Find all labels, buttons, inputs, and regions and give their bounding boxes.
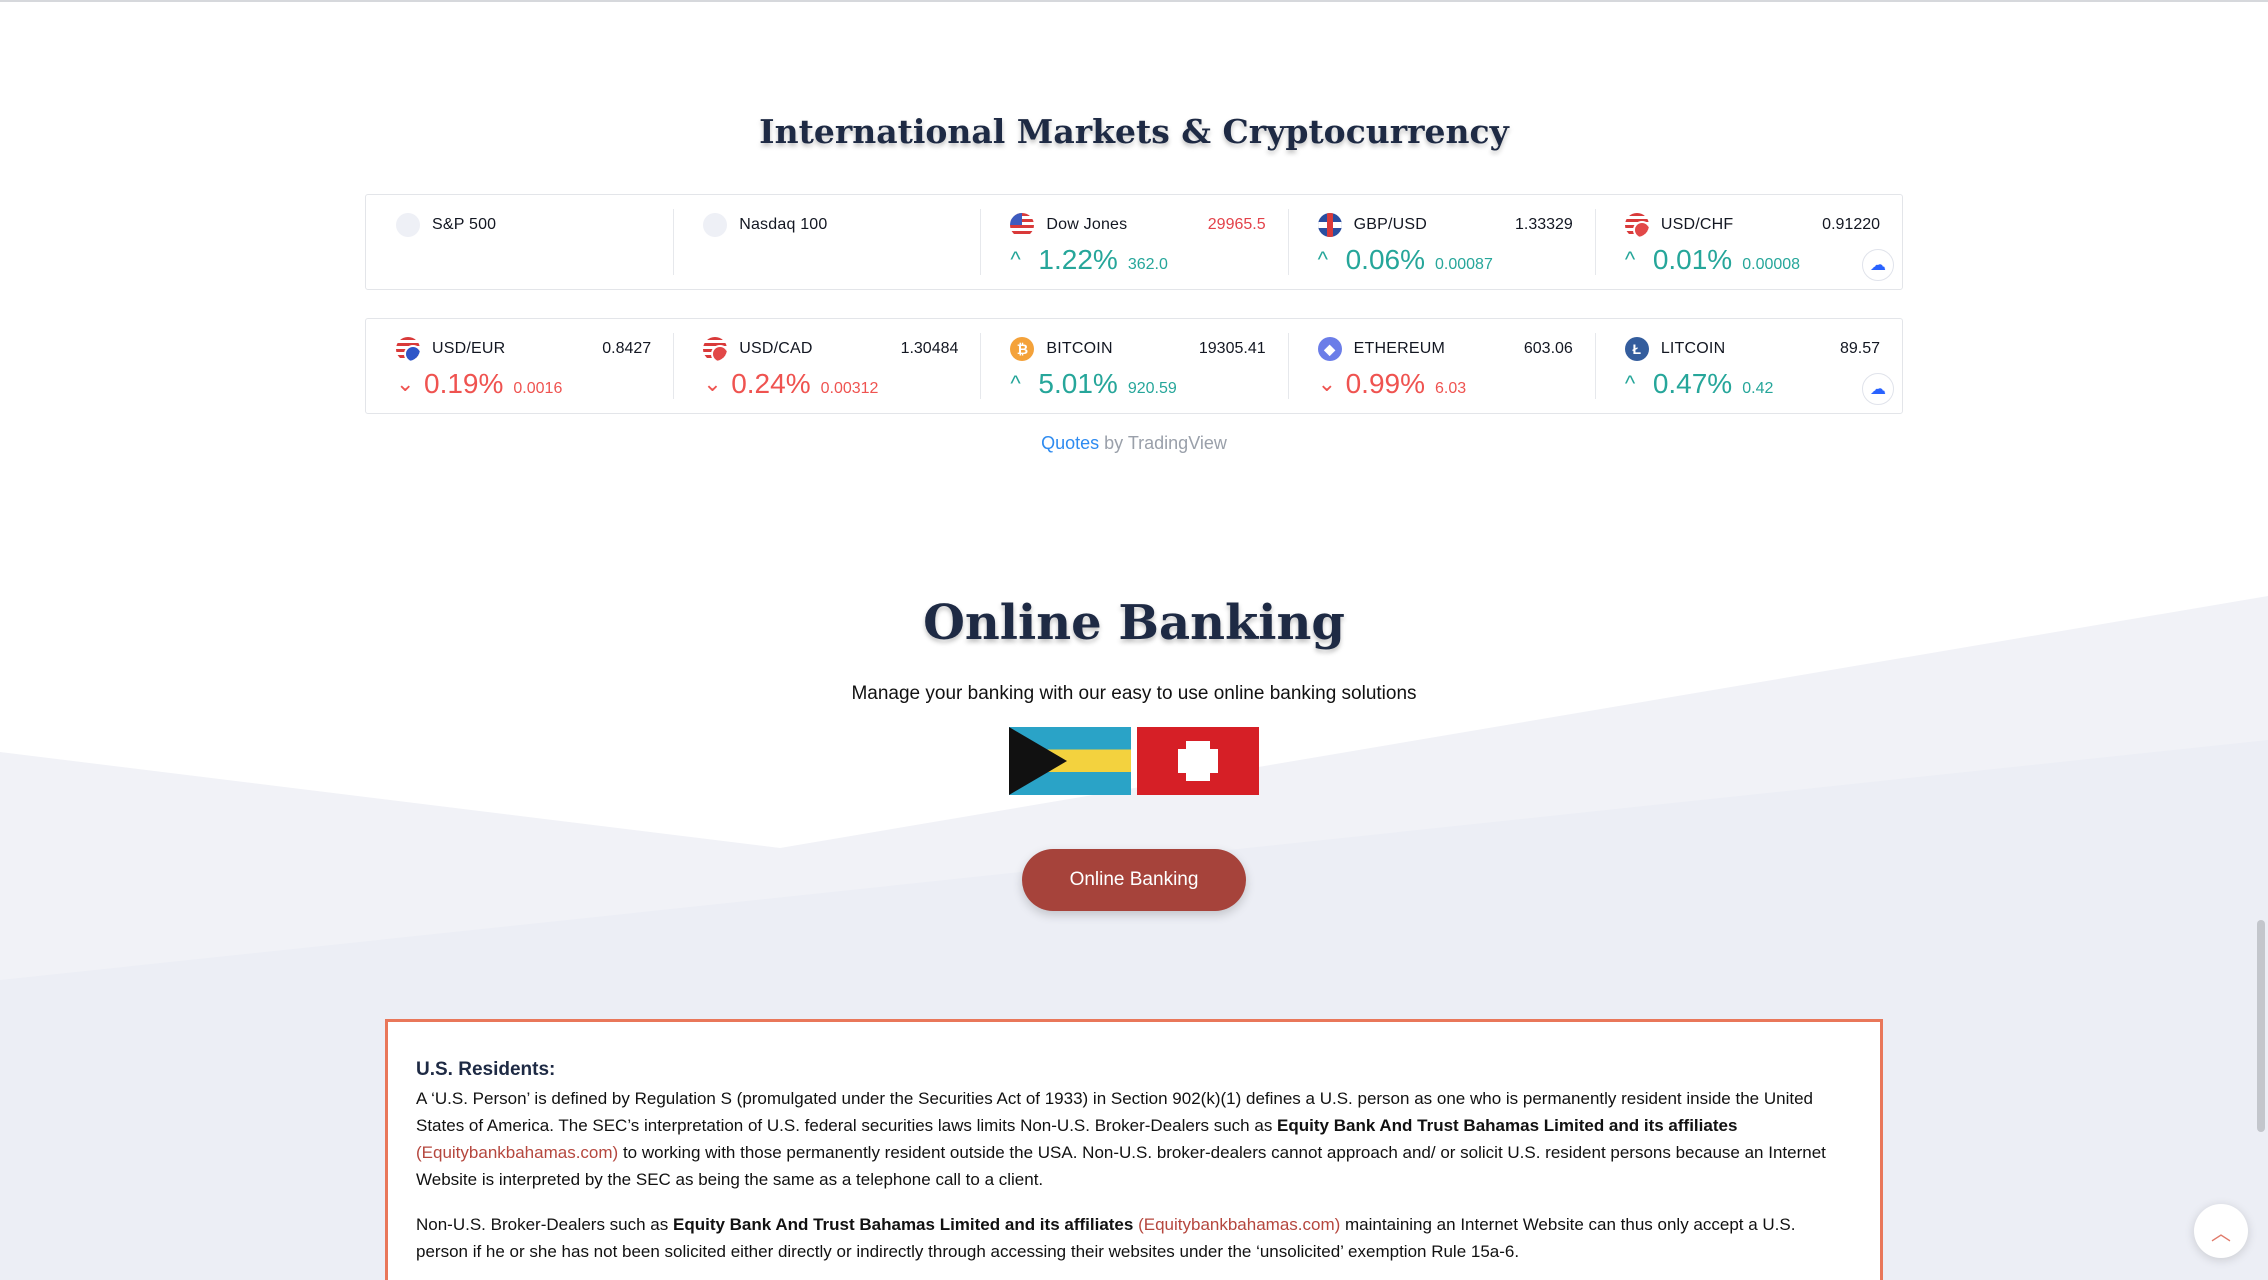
ticker-name: GBP/USD: [1353, 216, 1428, 233]
chevron-up-icon: ^: [1010, 371, 1021, 396]
ticker-name: LITCOIN: [1660, 340, 1726, 357]
ticker-litecoin[interactable]: Ł LITCOIN 89.57 ^ 0.47% 0.42 ☁: [1594, 319, 1902, 413]
notice-text: to working with those permanently reside…: [416, 1143, 1826, 1189]
country-flags: [1009, 727, 1259, 795]
banking-section-title: Online Banking: [923, 595, 1345, 651]
chevron-up-icon: ^: [1624, 247, 1636, 272]
ticker-change-percent: 0.19%: [424, 368, 504, 399]
ticker-name: Dow Jones: [1046, 216, 1128, 233]
ticker-name: ETHEREUM: [1353, 340, 1445, 357]
litecoin-icon: Ł: [1624, 337, 1649, 361]
ticker-name: BITCOIN: [1046, 340, 1113, 357]
ticker-nasdaq100[interactable]: Nasdaq 100: [673, 195, 980, 289]
tradingview-credit: Quotes by TradingView: [0, 433, 2268, 454]
notice-paragraph-1: A ‘U.S. Person’ is defined by Regulation…: [416, 1085, 1852, 1193]
notice-paragraph-2: Non-U.S. Broker-Dealers such as Equity B…: [416, 1211, 1852, 1265]
notice-text: Non-U.S. Broker-Dealers such as: [416, 1215, 673, 1234]
bitcoin-icon: ₿: [1010, 337, 1035, 361]
us-ch-flag-icon: [1624, 213, 1649, 237]
chevron-down-icon: ⌄: [1317, 371, 1337, 396]
ticker-usd-cad[interactable]: USD/CAD 1.30484 ⌄ 0.24% 0.00312: [673, 319, 980, 413]
ticker-change-percent: 5.01%: [1038, 368, 1118, 399]
ticker-price: 29965.5: [1207, 216, 1266, 233]
ticker-change-absolute: 0.0016: [513, 380, 563, 397]
ticker-change-absolute: 0.00312: [820, 380, 879, 397]
company-name: Equity Bank And Trust Bahamas Limited an…: [672, 1215, 1134, 1234]
banking-subtitle: Manage your banking with our easy to use…: [851, 683, 1417, 704]
ticker-change-absolute: 6.03: [1435, 380, 1467, 397]
ticker-change-absolute: 362.0: [1127, 256, 1168, 273]
ticker-price: 19305.41: [1198, 340, 1266, 357]
ticker-price: 0.91220: [1822, 216, 1881, 233]
us-flag-icon: [1010, 213, 1035, 237]
company-name: Equity Bank And Trust Bahamas Limited an…: [1277, 1116, 1738, 1135]
online-banking-button[interactable]: Online Banking: [1022, 849, 1246, 911]
us-eu-flag-icon: [396, 337, 420, 361]
ticker-name: USD/CAD: [739, 340, 813, 357]
blank-circle-icon: [396, 213, 420, 237]
tradingview-credit-text: by TradingView: [1099, 433, 1227, 453]
markets-section-title: International Markets & Cryptocurrency: [759, 112, 1509, 151]
gb-flag-icon: [1317, 213, 1342, 237]
ticker-price: 1.33329: [1514, 216, 1573, 233]
ticker-ethereum[interactable]: ◆ ETHEREUM 603.06 ⌄ 0.99% 6.03: [1287, 319, 1595, 413]
bahamas-flag-icon[interactable]: [1009, 727, 1131, 795]
ticker-row-indices: S&P 500 Nasdaq 100 Dow Jones 29965.5 ^ 1…: [365, 194, 1903, 290]
ticker-gbp-usd[interactable]: GBP/USD 1.33329 ^ 0.06% 0.00087: [1287, 195, 1595, 289]
ticker-row-fx-crypto: USD/EUR 0.8427 ⌄ 0.19% 0.0016 USD/CAD 1.…: [365, 318, 1903, 414]
ticker-price: 0.8427: [602, 340, 652, 357]
ticker-dow-jones[interactable]: Dow Jones 29965.5 ^ 1.22% 362.0: [980, 195, 1287, 289]
chevron-up-icon: ^: [1317, 247, 1328, 272]
tradingview-logo-icon[interactable]: ☁: [1862, 249, 1895, 281]
ticker-name: Nasdaq 100: [739, 216, 828, 233]
ticker-change-percent: 0.47%: [1652, 368, 1733, 399]
scroll-to-top-button[interactable]: ︿: [2194, 1204, 2248, 1258]
chevron-up-icon: ︿: [2211, 1222, 2231, 1245]
notice-heading: U.S. Residents:: [416, 1059, 556, 1080]
ticker-price: 1.30484: [900, 340, 959, 357]
ticker-sp500[interactable]: S&P 500: [366, 195, 673, 289]
us-ca-flag-icon: [703, 337, 728, 361]
chevron-up-icon: ^: [1010, 247, 1021, 272]
ticker-usd-eur[interactable]: USD/EUR 0.8427 ⌄ 0.19% 0.0016: [366, 319, 673, 413]
ticker-change-percent: 1.22%: [1038, 244, 1118, 275]
website-link[interactable]: (Equitybankbahamas.com): [416, 1143, 618, 1162]
tradingview-logo-icon[interactable]: ☁: [1862, 373, 1895, 405]
ticker-name: USD/CHF: [1660, 216, 1734, 233]
page-scrollbar[interactable]: [2254, 0, 2268, 1280]
ticker-change-absolute: 0.00008: [1742, 256, 1801, 273]
website-link[interactable]: (Equitybankbahamas.com): [1138, 1215, 1340, 1234]
ticker-change-percent: 0.06%: [1345, 244, 1426, 275]
scrollbar-thumb[interactable]: [2257, 920, 2265, 1132]
chevron-up-icon: ^: [1624, 371, 1636, 396]
ticker-change-percent: 0.99%: [1345, 368, 1426, 399]
ticker-price: 89.57: [1839, 340, 1881, 357]
blank-circle-icon: [703, 213, 728, 237]
us-residents-notice: U.S. Residents: A ‘U.S. Person’ is defin…: [385, 1019, 1883, 1280]
ticker-change-absolute: 920.59: [1127, 380, 1177, 397]
chevron-down-icon: ⌄: [396, 371, 415, 396]
ticker-change-percent: 0.24%: [731, 368, 811, 399]
ticker-price: 603.06: [1523, 340, 1573, 357]
quotes-link[interactable]: Quotes: [1041, 433, 1099, 453]
ticker-change-percent: 0.01%: [1652, 244, 1733, 275]
ticker-usd-chf[interactable]: USD/CHF 0.91220 ^ 0.01% 0.00008 ☁: [1594, 195, 1902, 289]
chevron-down-icon: ⌄: [703, 371, 722, 396]
ticker-name: USD/EUR: [432, 340, 506, 357]
switzerland-flag-icon[interactable]: [1137, 727, 1259, 795]
ticker-change-absolute: 0.00087: [1435, 256, 1493, 273]
ethereum-icon: ◆: [1317, 337, 1342, 361]
ticker-change-absolute: 0.42: [1742, 380, 1774, 397]
ticker-bitcoin[interactable]: ₿ BITCOIN 19305.41 ^ 5.01% 920.59: [980, 319, 1287, 413]
ticker-name: S&P 500: [432, 216, 497, 233]
